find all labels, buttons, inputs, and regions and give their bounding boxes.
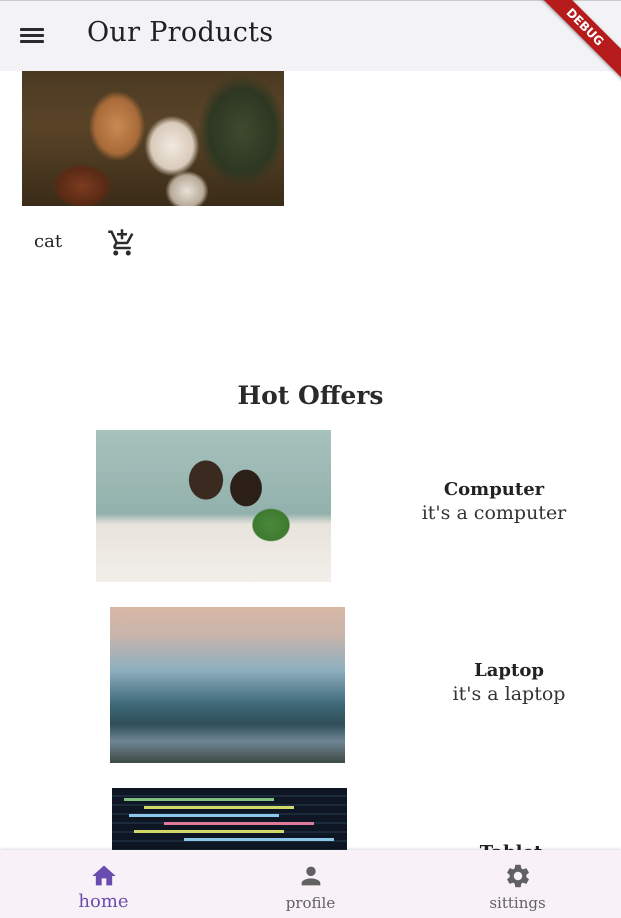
offer-image-computer[interactable] (96, 430, 331, 582)
menu-icon[interactable] (18, 25, 46, 47)
offer-image-laptop[interactable] (110, 607, 345, 763)
offer-item[interactable]: Laptop it's a laptop (448, 660, 570, 705)
product-image[interactable] (22, 71, 284, 206)
nav-item-settings[interactable]: sittings (414, 850, 621, 918)
offer-title: Laptop (474, 660, 544, 681)
offer-description: it's a computer (421, 502, 567, 524)
page-title: Our Products (87, 17, 274, 48)
nav-label-profile: profile (285, 894, 336, 912)
offer-title: Computer (443, 479, 545, 500)
nav-item-home[interactable]: home (0, 850, 207, 918)
offer-image-tablet[interactable] (112, 788, 347, 858)
app-bar: Our Products (0, 0, 621, 71)
add-shopping-cart-icon[interactable] (107, 228, 137, 258)
offer-description: it's a laptop (452, 683, 566, 705)
hot-offers-title: Hot Offers (237, 381, 384, 410)
nav-label-home: home (78, 891, 129, 912)
offer-item[interactable]: Computer it's a computer (420, 479, 568, 524)
product-name: cat (34, 231, 63, 252)
nav-item-profile[interactable]: profile (207, 850, 414, 918)
home-icon (91, 865, 116, 886)
bottom-navigation: home profile sittings (0, 850, 621, 918)
gear-icon (506, 864, 529, 888)
nav-label-settings: sittings (489, 894, 546, 912)
person-icon (301, 866, 320, 886)
